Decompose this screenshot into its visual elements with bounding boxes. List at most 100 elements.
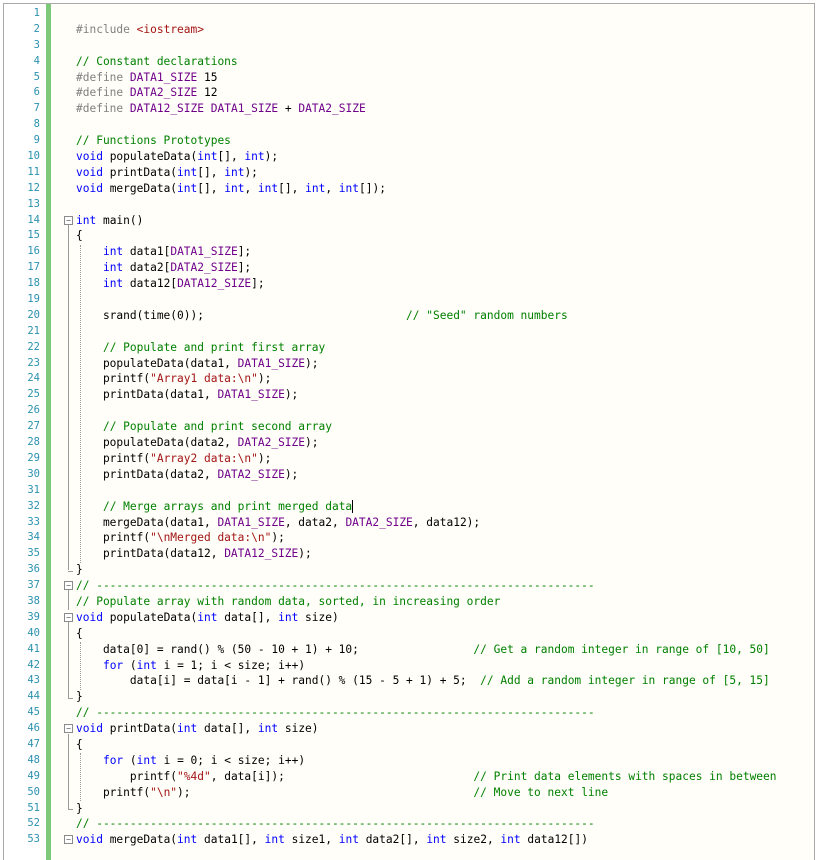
code-line[interactable]: 42 for (int i = 1; i < size; i++)	[4, 658, 814, 674]
code-text: {	[76, 229, 83, 243]
code-text: printData(data1, DATA1_SIZE);	[76, 388, 299, 402]
code-text: void mergeData(int[], int, int[], int, i…	[76, 181, 386, 195]
code-line[interactable]: 10 void populateData(int[], int);	[4, 149, 814, 165]
code-line[interactable]: 1	[4, 6, 814, 22]
line-number: 49	[27, 769, 40, 782]
code-line[interactable]: 34 printf("\nMerged data:\n");	[4, 530, 814, 546]
scope-bracket	[68, 590, 73, 611]
code-line[interactable]: 52 // -----------------------------------…	[4, 816, 814, 832]
code-line[interactable]: 29 printf("Array2 data:\n");	[4, 451, 814, 467]
line-number: 1	[33, 7, 40, 19]
scope-bracket-end	[68, 809, 73, 810]
code-line[interactable]: 20 srand(time(0)); // "Seed" random numb…	[4, 308, 814, 324]
line-number: 25	[27, 388, 40, 401]
code-text: printf("Array1 data:\n");	[76, 372, 272, 386]
code-editor[interactable]: 1 2 #include <iostream> 3 4// Constant decla…	[3, 3, 815, 860]
code-line[interactable]: 2 #include <iostream>	[4, 22, 814, 38]
fold-toggle-icon[interactable]: −	[64, 581, 73, 591]
line-number: 35	[27, 547, 40, 560]
code-line[interactable]: 48 for (int i = 0; i < size; i++)	[4, 753, 814, 769]
code-line[interactable]: 26	[4, 403, 814, 419]
code-line[interactable]: 3	[4, 38, 814, 54]
line-number: 36	[27, 563, 40, 576]
code-line[interactable]: 6 #define DATA2_SIZE 12	[4, 85, 814, 101]
code-line[interactable]: 37 −// ----------------------------------…	[4, 578, 814, 594]
code-line[interactable]: 5 #define DATA1_SIZE 15	[4, 70, 814, 86]
line-number: 2	[33, 22, 40, 35]
code-line[interactable]: 17 int data2[DATA2_SIZE];	[4, 260, 814, 276]
code-text: int main()	[76, 213, 144, 227]
code-line[interactable]: 39 − void populateData(int data[], int siz…	[4, 610, 814, 626]
code-text: // Functions Prototypes	[76, 134, 231, 148]
code-line[interactable]: 24 printf("Array1 data:\n");	[4, 371, 814, 387]
code-text: printData(data2, DATA2_SIZE);	[76, 467, 299, 481]
line-number: 28	[27, 436, 40, 449]
line-number: 20	[27, 308, 40, 321]
code-text: // -------------------------------------…	[76, 706, 595, 720]
code-line[interactable]: 22 // Populate and print first array	[4, 340, 814, 356]
line-number: 52	[27, 817, 40, 830]
code-line[interactable]: 41 data[0] = rand() % (50 - 10 + 1) + 10…	[4, 642, 814, 658]
line-number: 30	[27, 467, 40, 480]
code-line[interactable]: 28 populateData(data2, DATA2_SIZE);	[4, 435, 814, 451]
code-line[interactable]: 38 // Populate array with random data, so…	[4, 594, 814, 610]
code-line[interactable]: 21	[4, 324, 814, 340]
code-line[interactable]: 14 − int main()	[4, 213, 814, 229]
code-line[interactable]: 35 printData(data12, DATA12_SIZE);	[4, 546, 814, 562]
line-number: 29	[27, 451, 40, 464]
code-line[interactable]: 43 data[i] = data[i - 1] + rand() % (15 …	[4, 673, 814, 689]
code-line[interactable]: 32 // Merge arrays and print merged data	[4, 499, 814, 515]
code-line[interactable]: 15 {	[4, 228, 814, 244]
code-line[interactable]: 18 int data12[DATA12_SIZE];	[4, 276, 814, 292]
fold-toggle-icon[interactable]: −	[64, 612, 73, 622]
code-line[interactable]: 4 // Constant declarations	[4, 54, 814, 70]
fold-toggle-icon[interactable]: −	[64, 215, 73, 225]
code-line[interactable]: 46 − void printData(int data[], int size)	[4, 721, 814, 737]
code-line[interactable]: 31	[4, 483, 814, 499]
code-line[interactable]: 53 − void mergeData(int data1[], int size1…	[4, 832, 814, 848]
code-text: populateData(data1, DATA1_SIZE);	[76, 356, 319, 370]
code-line[interactable]: 36}	[4, 562, 814, 578]
line-number: 4	[33, 54, 40, 67]
code-line[interactable]: 8	[4, 117, 814, 133]
code-line[interactable]: 51}	[4, 801, 814, 817]
code-text: for (int i = 0; i < size; i++)	[102, 753, 306, 767]
code-line[interactable]: 45 // -----------------------------------…	[4, 705, 814, 721]
line-number: 33	[27, 515, 40, 528]
code-line[interactable]: 9 // Functions Prototypes	[4, 133, 814, 149]
code-text: printf("Array2 data:\n");	[76, 451, 272, 465]
code-line[interactable]: 50 printf("\n"); // Move to next line	[4, 785, 814, 801]
line-number: 26	[27, 404, 40, 417]
code-line[interactable]: 27 // Populate and print second array	[4, 419, 814, 435]
code-text: srand(time(0)); // "Seed" random numbers	[76, 308, 568, 322]
code-text: printData(data12, DATA12_SIZE);	[76, 547, 312, 561]
fold-toggle-icon[interactable]: −	[64, 835, 73, 845]
code-line[interactable]: 23 populateData(data1, DATA1_SIZE);	[4, 356, 814, 372]
code-line[interactable]: 44}	[4, 689, 814, 705]
code-line[interactable]: 49 printf("%4d", data[i]); // Print data…	[4, 769, 814, 785]
line-number: 31	[27, 483, 40, 496]
line-number: 37	[27, 579, 40, 592]
code-line[interactable]: 12 void mergeData(int[], int, int[], int,…	[4, 181, 814, 197]
scope-bracket	[68, 224, 73, 571]
line-number: 10	[27, 150, 40, 163]
code-line[interactable]: 7 #define DATA12_SIZE DATA1_SIZE + DATA2_…	[4, 101, 814, 117]
code-line[interactable]: 13	[4, 197, 814, 213]
code-line[interactable]: 19	[4, 292, 814, 308]
code-line[interactable]: 40 {	[4, 626, 814, 642]
line-number: 3	[33, 38, 40, 51]
code-line[interactable]: 30 printData(data2, DATA2_SIZE);	[4, 467, 814, 483]
indent-guide	[80, 753, 81, 801]
code-line[interactable]: 33 mergeData(data1, DATA1_SIZE, data2, D…	[4, 515, 814, 531]
code-line[interactable]: 47 {	[4, 737, 814, 753]
code-text: }	[76, 801, 83, 815]
line-number: 24	[27, 372, 40, 385]
code-line[interactable]: 11 void printData(int[], int);	[4, 165, 814, 181]
code-line[interactable]: 25 printData(data1, DATA1_SIZE);	[4, 387, 814, 403]
line-number: 17	[27, 261, 40, 274]
code-line[interactable]: 16 int data1[DATA1_SIZE];	[4, 244, 814, 260]
fold-toggle-icon[interactable]: −	[64, 724, 73, 734]
code-lines[interactable]: 1 2 #include <iostream> 3 4// Constant decla…	[4, 6, 814, 848]
line-number: 46	[27, 722, 40, 735]
line-number: 21	[27, 324, 40, 337]
